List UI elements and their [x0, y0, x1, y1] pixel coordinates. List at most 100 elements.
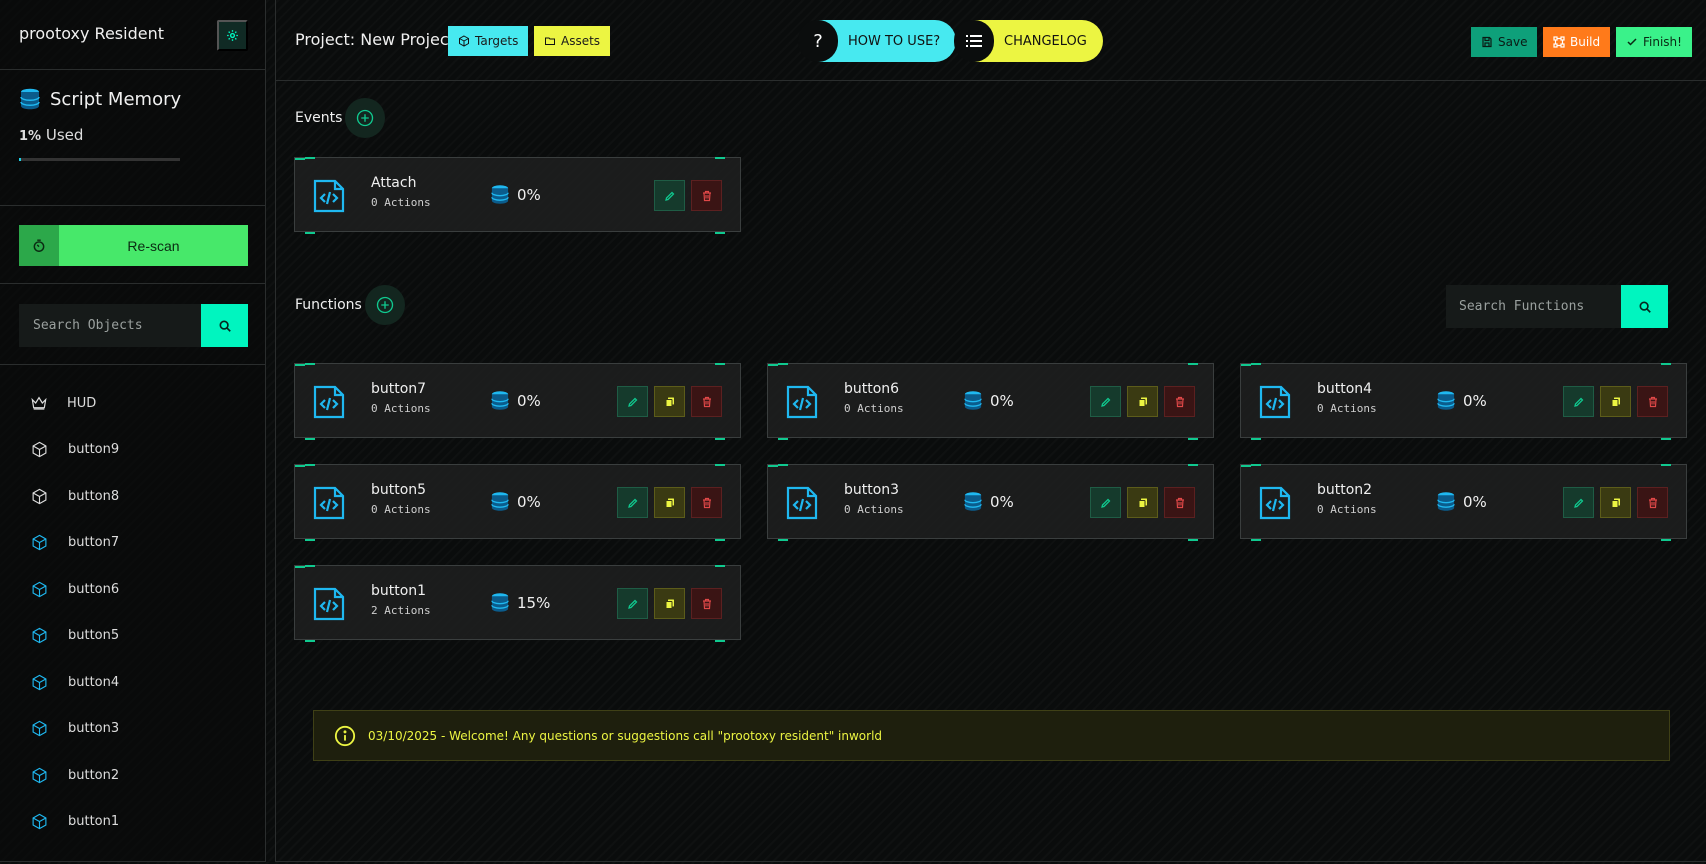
card-memory-pct: 0% [1463, 493, 1487, 511]
duplicate-button[interactable] [1600, 386, 1631, 417]
code-file-icon [1258, 384, 1292, 424]
memory-progress-fill [19, 158, 21, 161]
card-memory-pct: 15% [517, 594, 551, 612]
duplicate-button[interactable] [1127, 487, 1158, 518]
trash-icon [1175, 396, 1184, 407]
duplicate-button[interactable] [1600, 487, 1631, 518]
database-icon [491, 390, 509, 415]
edit-button[interactable] [617, 386, 648, 417]
delete-button[interactable] [1164, 386, 1195, 417]
settings-button[interactable] [217, 20, 248, 51]
delete-button[interactable] [1637, 386, 1668, 417]
object-item-button8[interactable]: button8 [0, 473, 265, 520]
delete-button[interactable] [691, 487, 722, 518]
main-panel: Project: New Project Targets Assets ? HO… [275, 0, 1706, 862]
add-function-button[interactable] [365, 285, 405, 325]
object-item-button4[interactable]: button4 [0, 659, 265, 706]
pencil-icon [1573, 498, 1583, 508]
save-button[interactable]: Save [1471, 27, 1538, 57]
rescan-section: Re-scan [0, 206, 265, 284]
edit-button[interactable] [1090, 487, 1121, 518]
how-to-use-button[interactable]: ? HOW TO USE? [798, 20, 957, 62]
finish-label: Finish! [1643, 35, 1682, 49]
edit-button[interactable] [1090, 386, 1121, 417]
memory-title: Script Memory [50, 89, 182, 110]
cube-blue-icon [31, 581, 58, 598]
card-actions-count: 0 Actions [371, 503, 431, 516]
object-item-button7[interactable]: button7 [0, 520, 265, 567]
function-card-button7: button7 0 Actions 0% [294, 363, 741, 438]
rescan-label: Re-scan [127, 237, 180, 254]
object-item-button2[interactable]: button2 [0, 752, 265, 799]
delete-button[interactable] [1637, 487, 1668, 518]
search-functions-button[interactable] [1621, 285, 1668, 328]
search-functions-input[interactable] [1446, 285, 1621, 328]
object-list: HUD button9 button8 button7 button6 button5 bu… [0, 380, 265, 845]
database-icon [964, 390, 982, 415]
delete-button[interactable] [691, 180, 722, 211]
cube-blue-icon [31, 813, 58, 830]
card-name: Attach [371, 175, 417, 191]
card-memory-pct: 0% [517, 392, 541, 410]
targets-button[interactable]: Targets [448, 26, 529, 56]
build-button[interactable]: Build [1543, 27, 1611, 57]
object-item-button1[interactable]: button1 [0, 799, 265, 846]
pencil-icon [627, 599, 637, 609]
assets-button[interactable]: Assets [534, 26, 611, 56]
crown-icon [31, 396, 57, 410]
edit-button[interactable] [654, 180, 685, 211]
duplicate-button[interactable] [654, 386, 685, 417]
delete-button[interactable] [691, 386, 722, 417]
card-actions-count: 0 Actions [844, 503, 904, 516]
add-event-button[interactable] [345, 98, 385, 138]
save-icon [1482, 36, 1492, 48]
duplicate-button[interactable] [1127, 386, 1158, 417]
delete-button[interactable] [1164, 487, 1195, 518]
database-icon [491, 491, 509, 516]
build-label: Build [1570, 35, 1601, 49]
pencil-icon [627, 498, 637, 508]
edit-button[interactable] [617, 487, 648, 518]
card-memory-pct: 0% [517, 493, 541, 511]
object-item-button6[interactable]: button6 [0, 566, 265, 613]
cube-blue-icon [31, 534, 58, 551]
trash-icon [702, 396, 711, 407]
object-item-button5[interactable]: button5 [0, 613, 265, 660]
folder-icon [545, 37, 555, 45]
function-card-button6: button6 0 Actions 0% [767, 363, 1214, 438]
cube-blue-icon [31, 720, 58, 737]
object-item-label: button3 [68, 721, 120, 737]
duplicate-button[interactable] [654, 588, 685, 619]
top-bar: Project: New Project Targets Assets ? HO… [276, 0, 1706, 81]
rescan-button[interactable]: Re-scan [19, 225, 248, 266]
save-label: Save [1498, 35, 1528, 49]
copy-icon [1611, 498, 1620, 508]
welcome-notice: 03/10/2025 - Welcome! Any questions or s… [313, 710, 1670, 761]
finish-button[interactable]: Finish! [1616, 27, 1692, 57]
card-name: button4 [1317, 381, 1373, 397]
object-item-label: button7 [68, 535, 120, 551]
delete-button[interactable] [691, 588, 722, 619]
trash-icon [1175, 497, 1184, 508]
object-item-button9[interactable]: button9 [0, 427, 265, 474]
search-objects-input[interactable] [19, 304, 201, 347]
edit-button[interactable] [617, 588, 648, 619]
edit-button[interactable] [1563, 386, 1594, 417]
card-actions-count: 0 Actions [1317, 503, 1377, 516]
changelog-label: CHANGELOG [1004, 33, 1087, 49]
memory-used-pct: 1% [19, 129, 42, 144]
sidebar-header: prootoxy Resident [0, 0, 265, 70]
search-icon [1639, 301, 1651, 313]
code-file-icon [785, 485, 819, 525]
object-item-hud[interactable]: HUD [0, 380, 265, 427]
code-file-icon [312, 586, 346, 626]
pencil-icon [1573, 397, 1583, 407]
changelog-button[interactable]: CHANGELOG [954, 20, 1103, 62]
cube-icon [31, 441, 58, 458]
how-to-use-label: HOW TO USE? [848, 33, 941, 49]
search-objects-button[interactable] [201, 304, 248, 347]
object-item-label: button1 [68, 814, 120, 830]
object-item-button3[interactable]: button3 [0, 706, 265, 753]
edit-button[interactable] [1563, 487, 1594, 518]
duplicate-button[interactable] [654, 487, 685, 518]
